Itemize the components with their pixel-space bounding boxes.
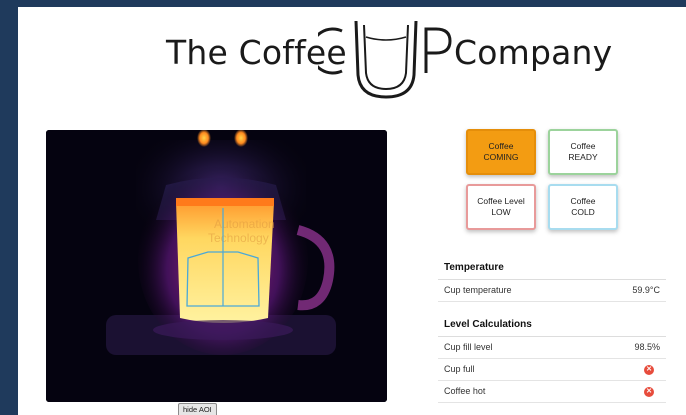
row-label: Cup full [444,364,475,374]
status-tile-coffee-level-low[interactable]: Coffee Level LOW [466,184,536,230]
table-row: Cup full ✕ [438,359,666,381]
status-tile-coffee-ready[interactable]: Coffee READY [548,129,618,175]
level-calculations-heading: Level Calculations [438,314,666,337]
cup-logo-icon [318,20,452,99]
x-circle-icon: ✕ [644,386,654,397]
tile-line-1: Coffee Level [477,196,525,206]
hide-aoi-button[interactable]: hide AOI [178,403,217,415]
tile-line-2: LOW [491,207,511,217]
tile-line-1: Coffee [570,141,596,151]
tile-line-2: COLD [571,207,595,217]
status-tile-coffee-coming[interactable]: Coffee COMING [466,129,536,175]
brand-name-right: Company [454,33,613,72]
row-label: Coffee hot [444,386,486,396]
status-tile-coffee-cold[interactable]: Coffee COLD [548,184,618,230]
table-row: Cup temperature 59.9°C [438,280,666,302]
tile-line-2: COMING [483,152,519,162]
watermark-line-2: Technology [208,231,269,245]
thermal-camera-view[interactable]: Automation Technology [46,130,387,402]
table-row: Cup fill level 98.5% [438,337,666,359]
tile-line-1: Coffee [488,141,514,151]
temperature-heading: Temperature [438,257,666,280]
tile-line-1: Coffee [570,196,596,206]
row-label: Cup temperature [444,285,512,295]
row-value: 98.5% [634,342,660,352]
measurements-panel: Temperature Cup temperature 59.9°C Level… [438,257,666,403]
row-value: 59.9°C [632,285,660,295]
x-circle-icon: ✕ [644,364,654,375]
tile-line-2: READY [568,152,598,162]
row-label: Cup fill level [444,342,493,352]
page: The Coffee Company Automation Technology… [18,7,686,415]
brand-logo: The Coffee Company [18,7,686,102]
table-row: Coffee hot ✕ [438,381,666,403]
